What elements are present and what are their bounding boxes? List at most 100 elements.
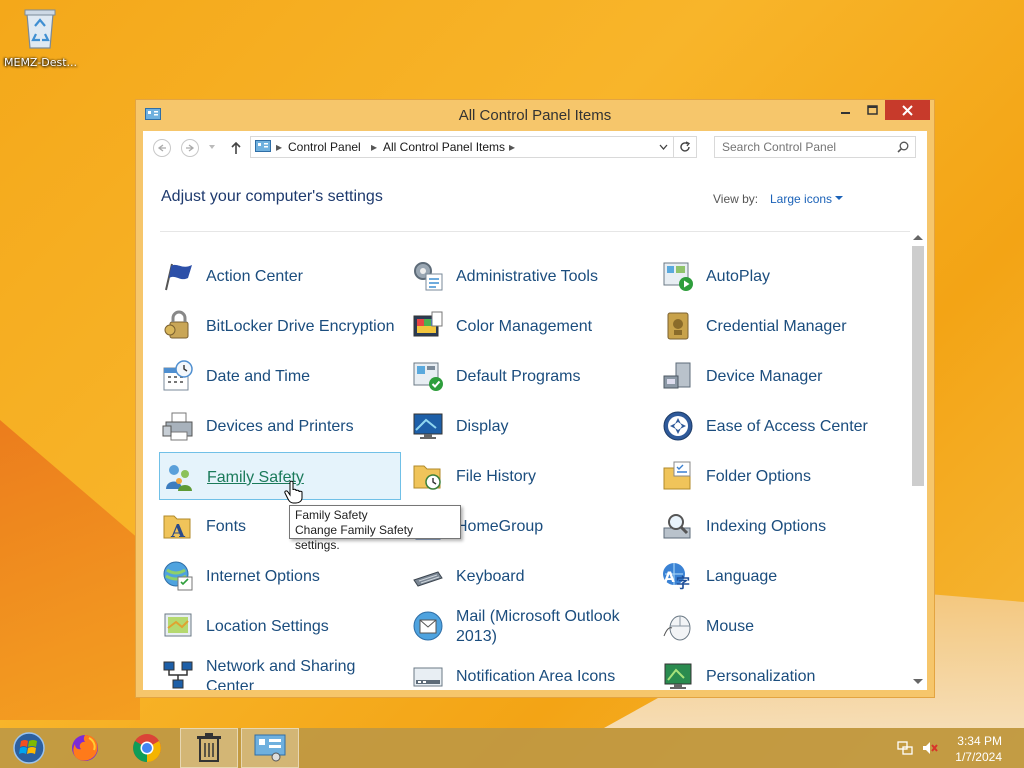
item-network-and-sharing[interactable]: Network and Sharing Center [159, 652, 401, 690]
desktop-icon-memz[interactable]: MEMZ-Dest... [4, 4, 78, 69]
item-devices-and-printers[interactable]: Devices and Printers [159, 402, 401, 450]
search-icon[interactable] [897, 141, 909, 153]
item-credential-manager[interactable]: Credential Manager [659, 302, 901, 350]
item-label: Language [706, 568, 778, 585]
item-device-manager[interactable]: Device Manager [659, 352, 901, 400]
location-icon [164, 613, 192, 637]
item-notification-area-icons[interactable]: Notification Area Icons [409, 652, 651, 690]
item-label: Personalization [706, 668, 816, 685]
breadcrumb-all-items[interactable]: All Control Panel Items [383, 140, 505, 154]
vertical-scrollbar[interactable] [909, 231, 926, 690]
recent-locations-chevron-icon[interactable] [209, 145, 215, 149]
taskbar-recycle-bin[interactable] [180, 728, 238, 768]
color-management-icon [413, 311, 443, 337]
back-button[interactable] [153, 139, 171, 157]
item-family-safety[interactable]: Family Safety [159, 452, 401, 500]
item-action-center[interactable]: Action Center [159, 252, 401, 300]
mouse-icon [663, 615, 691, 641]
item-mail[interactable]: Mail (Microsoft Outlook 2013) [409, 602, 651, 650]
page-heading: Adjust your computer's settings [161, 188, 383, 205]
close-button[interactable] [885, 100, 930, 120]
internet-options-icon [163, 561, 193, 591]
arrow-right-icon [186, 144, 195, 152]
scroll-up-icon[interactable] [913, 235, 923, 240]
item-label: Folder Options [706, 468, 811, 485]
start-button[interactable] [0, 728, 58, 768]
network-icon [163, 661, 193, 689]
item-default-programs[interactable]: Default Programs [409, 352, 651, 400]
tooltip-description: Change Family Safety settings. [295, 523, 414, 552]
item-ease-of-access[interactable]: Ease of Access Center [659, 402, 901, 450]
item-bitlocker[interactable]: BitLocker Drive Encryption [159, 302, 401, 350]
item-location-settings[interactable]: Location Settings [159, 602, 401, 650]
breadcrumb-control-panel[interactable]: Control Panel [288, 140, 361, 154]
item-date-and-time[interactable]: Date and Time [159, 352, 401, 400]
clock[interactable]: 3:34 PM 1/7/2024 [955, 733, 1002, 765]
wallpaper-shape [0, 420, 140, 720]
device-manager-icon [663, 362, 691, 389]
calendar-clock-icon [163, 360, 193, 391]
address-bar[interactable]: ▸ Control Panel ▸ All Control Panel Item… [250, 136, 674, 158]
item-label: File History [456, 468, 537, 485]
title-bar[interactable]: All Control Panel Items [136, 100, 934, 130]
item-label: Credential Manager [706, 318, 847, 335]
item-keyboard[interactable]: Keyboard [409, 552, 651, 600]
network-tray-icon[interactable] [897, 728, 913, 768]
chevron-down-icon[interactable] [659, 144, 668, 150]
item-language[interactable]: 字A Language [659, 552, 901, 600]
recycle-bin-icon [23, 4, 57, 50]
taskbar-firefox[interactable] [56, 728, 114, 768]
keyboard-icon [413, 571, 443, 587]
item-label: Family Safety [207, 469, 304, 486]
file-history-icon [413, 465, 441, 490]
breadcrumb-separator-icon: ▸ [276, 140, 283, 154]
refresh-icon [680, 141, 691, 152]
breadcrumb-separator-icon: ▸ [509, 140, 516, 154]
view-by-dropdown[interactable]: Large icons [770, 192, 832, 206]
clock-date: 1/7/2024 [955, 750, 1002, 764]
scroll-down-icon[interactable] [913, 679, 923, 684]
volume-muted-icon[interactable] [921, 728, 939, 768]
forward-button[interactable] [181, 139, 199, 157]
folder-options-icon [663, 461, 691, 490]
default-programs-icon [413, 362, 443, 391]
item-label: Administrative Tools [456, 268, 598, 285]
arrow-left-icon [157, 144, 166, 152]
item-label: AutoPlay [706, 268, 771, 285]
search-input[interactable] [715, 137, 892, 157]
item-display[interactable]: Display [409, 402, 651, 450]
item-file-history[interactable]: File History [409, 452, 651, 500]
search-box[interactable] [714, 136, 916, 158]
maximize-button[interactable] [859, 100, 885, 120]
item-autoplay[interactable]: AutoPlay [659, 252, 901, 300]
item-personalization[interactable]: Personalization [659, 652, 901, 690]
desktop-icon-label: MEMZ-Dest... [4, 56, 78, 69]
firefox-icon [72, 735, 98, 761]
item-indexing-options[interactable]: Indexing Options [659, 502, 901, 550]
up-button[interactable] [230, 140, 242, 159]
item-label: Mouse [706, 618, 755, 635]
refresh-button[interactable] [674, 136, 697, 158]
recycle-bin-icon [197, 733, 221, 762]
control-panel-window: All Control Panel Items ▸ Control Panel … [135, 99, 935, 698]
divider [160, 231, 910, 232]
item-internet-options[interactable]: Internet Options [159, 552, 401, 600]
arrow-up-icon [231, 141, 241, 154]
item-label: Keyboard [456, 568, 525, 585]
item-color-management[interactable]: Color Management [409, 302, 651, 350]
printer-icon [162, 412, 193, 441]
taskbar-chrome[interactable] [118, 728, 176, 768]
chrome-icon [133, 734, 161, 762]
content-pane: Adjust your computer's settings View by:… [143, 165, 927, 690]
item-label: Color Management [456, 318, 593, 335]
scrollbar-thumb[interactable] [912, 246, 924, 486]
item-label: Indexing Options [706, 518, 827, 535]
taskbar-control-panel[interactable] [241, 728, 299, 768]
view-by-label: View by: [713, 192, 759, 206]
view-by-chevron-icon[interactable] [835, 196, 843, 200]
item-administrative-tools[interactable]: Administrative Tools [409, 252, 651, 300]
item-mouse[interactable]: Mouse [659, 602, 901, 650]
item-label: Ease of Access Center [706, 418, 868, 435]
minimize-button[interactable] [833, 100, 859, 120]
item-folder-options[interactable]: Folder Options [659, 452, 901, 500]
